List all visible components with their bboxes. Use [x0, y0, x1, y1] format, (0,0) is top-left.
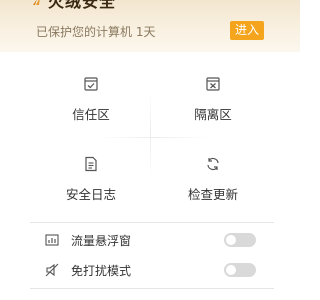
mute-icon [45, 263, 59, 277]
quarantine-button[interactable]: 隔离区 [152, 62, 274, 142]
traffic-float-window-label: 流量悬浮窗 [71, 233, 132, 248]
header-banner: 火绒安全 已保护您的计算机 1天 进入 [0, 0, 300, 52]
traffic-chart-icon [45, 234, 59, 246]
quarantine-label: 隔离区 [194, 107, 232, 122]
log-document-icon [85, 156, 97, 172]
refresh-icon [207, 157, 219, 171]
check-update-label: 检查更新 [187, 187, 238, 202]
app-title: 火绒安全 [48, 0, 117, 11]
toggle-knob [226, 265, 236, 275]
brand-logo-icon [33, 0, 40, 5]
traffic-float-window-row: 流量悬浮窗 [30, 228, 274, 252]
enter-button[interactable]: 进入 [230, 21, 264, 40]
security-log-label: 安全日志 [65, 187, 116, 202]
settings-bottom-divider [30, 288, 274, 289]
trust-zone-label: 信任区 [72, 107, 110, 122]
traffic-float-window-toggle[interactable] [224, 233, 256, 247]
do-not-disturb-row: 免打扰模式 [30, 258, 274, 282]
feature-grid: 信任区 隔离区 安全日志 检查更新 [30, 62, 274, 222]
trust-zone-button[interactable]: 信任区 [30, 62, 152, 142]
security-log-button[interactable]: 安全日志 [30, 142, 152, 222]
quarantine-icon [206, 77, 220, 91]
check-update-button[interactable]: 检查更新 [152, 142, 274, 222]
do-not-disturb-label: 免打扰模式 [71, 263, 132, 278]
protection-status-text: 已保护您的计算机 1天 [36, 25, 156, 39]
do-not-disturb-toggle[interactable] [224, 263, 256, 277]
trust-zone-icon [84, 77, 98, 91]
toggle-knob [226, 235, 236, 245]
header-title-row: 火绒安全 [30, 0, 116, 12]
settings-top-divider [30, 222, 274, 223]
